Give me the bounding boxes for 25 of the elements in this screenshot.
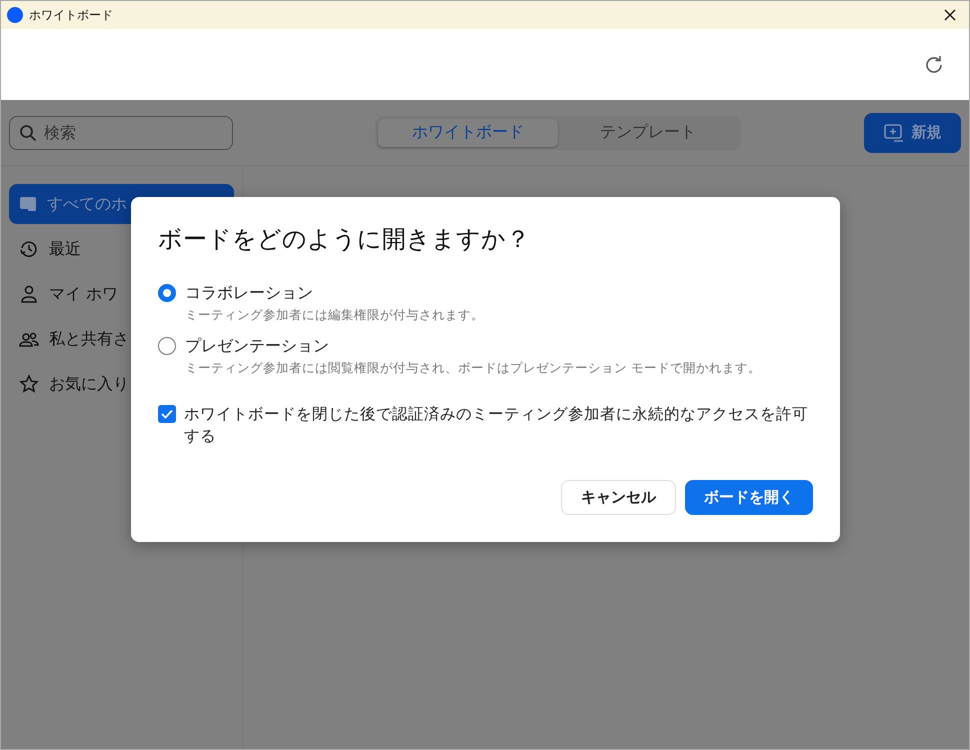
option-label: プレゼンテーション	[185, 336, 330, 357]
tab[interactable]: テンプレート	[558, 118, 738, 146]
option-label: コラボレーション	[185, 283, 314, 304]
search-icon	[19, 124, 37, 142]
open-board-button[interactable]: ボードを開く	[685, 480, 813, 515]
tab[interactable]: ホワイトボード	[378, 118, 558, 146]
clock-icon	[19, 239, 39, 259]
person-icon	[19, 284, 39, 304]
app-logo-icon	[7, 7, 23, 23]
radio-button[interactable]	[158, 337, 176, 355]
checkbox-label: ホワイトボードを閉じた後で認証済みのミーティング参加者に永続的なアクセスを許可する	[184, 404, 809, 447]
option-description: ミーティング参加者には編集権限が付与されます。	[185, 307, 485, 324]
radio-button[interactable]	[158, 284, 176, 302]
close-icon[interactable]	[943, 8, 957, 22]
dialog-title: ボードをどのように開きますか？	[158, 224, 531, 255]
board-icon	[19, 196, 37, 212]
refresh-icon[interactable]	[923, 54, 945, 76]
option-description: ミーティング参加者には閲覧権限が付与され、ボードはプレゼンテーション モードで開かれます。	[185, 360, 762, 377]
checkbox[interactable]	[158, 405, 176, 423]
cancel-button[interactable]: キャンセル	[561, 480, 676, 515]
add-board-icon	[884, 124, 904, 142]
star-icon	[19, 374, 39, 394]
new-button[interactable]: 新規	[864, 112, 961, 152]
search-field[interactable]: 検索	[9, 116, 233, 150]
window-title: ホワイトボード	[29, 6, 113, 24]
